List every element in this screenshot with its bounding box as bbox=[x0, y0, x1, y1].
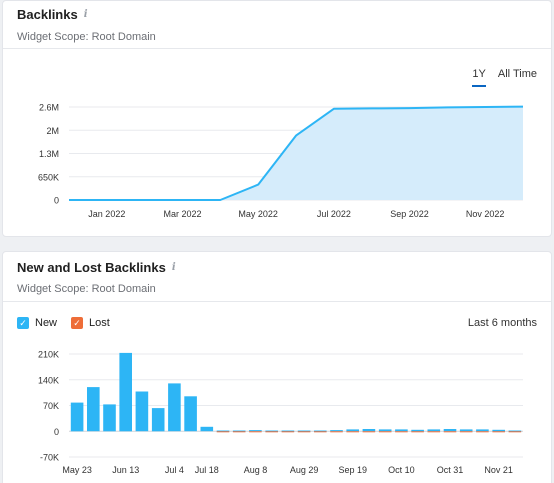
x-tick-label: Jul 2022 bbox=[317, 209, 351, 219]
y-tick-label: -70K bbox=[40, 453, 59, 463]
bar-lost bbox=[492, 431, 505, 433]
bar-new bbox=[362, 429, 376, 432]
x-tick-label: Oct 31 bbox=[437, 465, 464, 475]
bar-new bbox=[427, 429, 441, 432]
bar-new bbox=[184, 396, 197, 432]
bar-lost bbox=[265, 431, 278, 433]
bar-new bbox=[70, 402, 84, 432]
x-tick-label: May 23 bbox=[62, 465, 92, 475]
x-tick-label: Jul 4 bbox=[165, 465, 184, 475]
bar-new bbox=[249, 430, 262, 432]
bar-lost bbox=[362, 431, 376, 433]
bar-lost bbox=[281, 431, 295, 433]
bar-lost bbox=[216, 431, 230, 433]
x-tick-label: Sep 2022 bbox=[390, 209, 429, 219]
backlinks-area-chart: 0 650K 1.3M 2M 2.6M Jan 2022 Mar 2022 May 2022 J… bbox=[38, 103, 524, 219]
bar-new bbox=[476, 429, 489, 432]
x-tick-label: May 2022 bbox=[238, 209, 278, 219]
bar-new bbox=[395, 429, 408, 432]
backlinks-widget: Backlinks i Widget Scope: Root Domain 1Y… bbox=[2, 0, 552, 237]
bar-lost bbox=[297, 431, 311, 433]
bar-new bbox=[492, 429, 505, 432]
bar-lost bbox=[459, 431, 473, 433]
bar-new bbox=[135, 391, 149, 432]
y-tick-label: 0 bbox=[54, 196, 59, 206]
bar-new bbox=[200, 426, 214, 432]
x-tick-label: Sep 19 bbox=[339, 465, 368, 475]
bar-lost bbox=[330, 431, 343, 433]
bar-new bbox=[151, 408, 165, 432]
bar-lost bbox=[346, 431, 359, 433]
new-lost-bar-chart: -70K 0 70K 140K 210K May 23 Jun 13 Jul 4 Jul 18 A… bbox=[38, 350, 523, 475]
bar-new bbox=[459, 429, 473, 432]
y-tick-label: 2M bbox=[46, 126, 59, 136]
bar-lost bbox=[395, 431, 408, 433]
y-tick-label: 1.3M bbox=[39, 149, 59, 159]
bar-new bbox=[87, 387, 100, 432]
bar-lost bbox=[314, 431, 327, 433]
y-tick-label: 140K bbox=[38, 375, 59, 385]
x-tick-label: Mar 2022 bbox=[163, 209, 201, 219]
y-tick-label: 70K bbox=[43, 401, 59, 411]
bar-new bbox=[330, 430, 343, 432]
y-tick-label: 210K bbox=[38, 350, 59, 360]
bar-new bbox=[411, 429, 424, 432]
y-tick-label: 2.6M bbox=[39, 103, 59, 113]
bar-lost bbox=[427, 431, 441, 433]
x-tick-label: Jan 2022 bbox=[88, 209, 125, 219]
x-tick-label: Jun 13 bbox=[112, 465, 139, 475]
bar-new bbox=[119, 352, 132, 432]
bar-lost bbox=[443, 431, 457, 433]
bar-lost bbox=[232, 431, 246, 433]
bar-lost bbox=[378, 431, 392, 433]
bar-new bbox=[346, 429, 359, 432]
bar-new bbox=[443, 429, 457, 432]
x-tick-label: Oct 10 bbox=[388, 465, 415, 475]
y-tick-label: 650K bbox=[38, 172, 59, 182]
bar-lost bbox=[411, 431, 424, 433]
x-tick-label: Nov 21 bbox=[484, 465, 513, 475]
bar-new bbox=[103, 404, 116, 432]
x-tick-label: Jul 18 bbox=[195, 465, 219, 475]
bar-lost bbox=[508, 431, 522, 433]
x-tick-label: Nov 2022 bbox=[466, 209, 505, 219]
y-tick-label: 0 bbox=[54, 427, 59, 437]
bar-lost bbox=[249, 431, 262, 433]
bar-lost bbox=[476, 431, 489, 433]
x-tick-label: Aug 29 bbox=[290, 465, 319, 475]
bar-new bbox=[168, 383, 181, 432]
new-lost-backlinks-widget: New and Lost Backlinks i Widget Scope: R… bbox=[2, 251, 552, 483]
x-tick-label: Aug 8 bbox=[244, 465, 268, 475]
bar-new bbox=[378, 429, 392, 432]
